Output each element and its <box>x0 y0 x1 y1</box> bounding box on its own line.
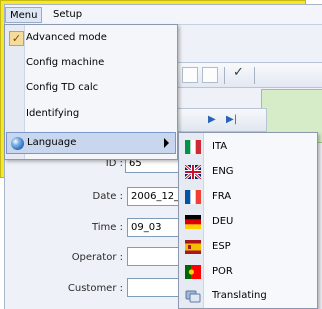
customer-label: Customer : <box>67 283 123 294</box>
language-label: ESP <box>212 241 231 252</box>
language-item-translating[interactable]: Translating <box>180 285 316 309</box>
record-navigation: ▶ ▶| <box>177 108 267 132</box>
menu-item-label: Config machine <box>26 57 105 68</box>
globe-icon <box>11 137 24 150</box>
france-flag-icon <box>185 190 201 204</box>
language-item-por[interactable]: POR <box>180 261 316 285</box>
italy-flag-icon <box>185 140 201 154</box>
time-row: Time : <box>65 219 123 239</box>
language-item-fra[interactable]: FRA <box>180 186 316 210</box>
language-label: Translating <box>212 290 267 301</box>
operator-field[interactable] <box>127 247 179 266</box>
menubar: Menu Setup <box>5 5 322 25</box>
language-item-ita[interactable]: ITA <box>180 136 316 160</box>
operator-row: Operator : <box>55 249 123 269</box>
menu-menubar-item[interactable]: Menu <box>5 7 43 23</box>
menu-item-label: Identifying <box>26 108 80 119</box>
language-label: DEU <box>212 216 234 227</box>
date-row: Date : <box>65 188 123 208</box>
toolbar-separator <box>254 67 255 84</box>
portugal-flag-icon <box>185 265 201 279</box>
identifying-menu-item[interactable]: Identifying <box>6 104 176 126</box>
config-machine-menu-item[interactable]: Config machine <box>6 53 176 75</box>
time-field[interactable]: 09_03 <box>127 218 179 237</box>
toolbar: ✓ <box>177 62 322 88</box>
menu-item-label: Language <box>27 137 77 148</box>
main-menu-dropdown: ✓ Advanced mode Config machine Config TD… <box>4 24 178 160</box>
toolbar-separator <box>224 67 225 84</box>
setup-menubar-item[interactable]: Setup <box>49 7 86 23</box>
customer-field[interactable] <box>127 278 179 297</box>
language-label: FRA <box>212 191 232 202</box>
date-label: Date : <box>92 191 123 202</box>
operator-label: Operator : <box>71 252 123 263</box>
language-label: ITA <box>212 141 228 152</box>
config-td-calc-menu-item[interactable]: Config TD calc <box>6 78 176 100</box>
customer-row: Customer : <box>55 280 123 300</box>
last-record-icon[interactable]: ▶| <box>226 114 237 125</box>
submenu-arrow-icon <box>164 138 169 148</box>
language-label: POR <box>212 266 233 277</box>
time-label: Time : <box>91 222 123 233</box>
menu-item-label: Config TD calc <box>26 82 99 93</box>
dropdown-toggle-button[interactable] <box>182 67 198 83</box>
menu-item-label: Advanced mode <box>26 32 107 43</box>
language-item-esp[interactable]: ESP <box>180 236 316 260</box>
spain-flag-icon <box>185 240 201 254</box>
next-record-icon[interactable]: ▶ <box>208 114 216 125</box>
language-menu-item[interactable]: Language <box>6 132 176 154</box>
language-item-eng[interactable]: ENG <box>180 161 316 185</box>
language-item-deu[interactable]: DEU <box>180 211 316 235</box>
language-submenu: ITA ENG FRA DEU ESP POR Translating <box>178 132 318 309</box>
advanced-mode-menu-item[interactable]: ✓ Advanced mode <box>6 28 176 50</box>
checkmark-icon: ✓ <box>9 31 24 46</box>
image-icon[interactable] <box>202 67 218 83</box>
confirm-check-icon[interactable]: ✓ <box>233 65 244 80</box>
language-label: ENG <box>212 166 234 177</box>
uk-flag-icon <box>185 165 201 179</box>
date-field[interactable]: 2006_12_ <box>127 187 179 206</box>
germany-flag-icon <box>185 215 201 229</box>
translate-icon <box>185 289 201 303</box>
